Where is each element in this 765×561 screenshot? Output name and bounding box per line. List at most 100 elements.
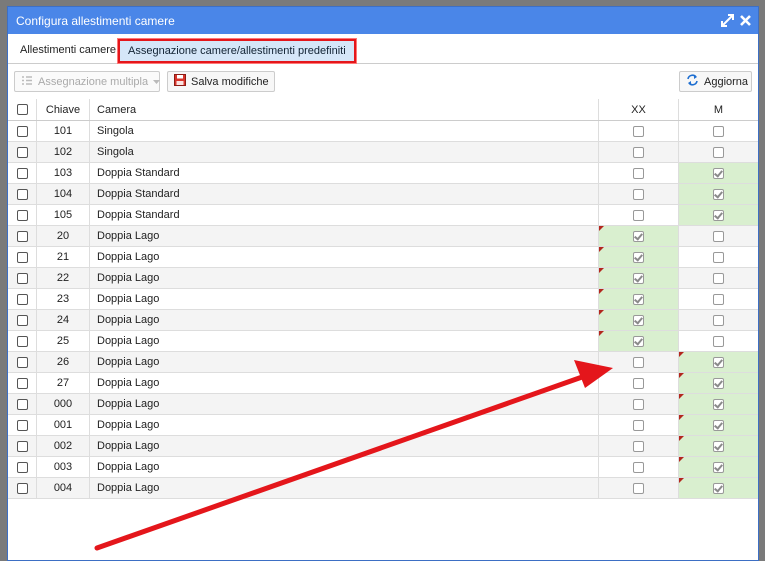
xx-cell[interactable]	[599, 373, 679, 393]
m-cell[interactable]	[679, 373, 758, 393]
table-row[interactable]: 105 Doppia Standard	[8, 205, 758, 226]
m-cell-checkbox[interactable]	[713, 314, 724, 326]
row-checkbox[interactable]	[16, 314, 28, 326]
table-row[interactable]: 22 Doppia Lago	[8, 268, 758, 289]
header-m[interactable]: M	[679, 99, 758, 120]
row-checkbox[interactable]	[16, 440, 28, 452]
m-cell[interactable]	[679, 226, 758, 246]
row-checkbox[interactable]	[16, 209, 28, 221]
table-row[interactable]: 004 Doppia Lago	[8, 478, 758, 499]
m-cell-checkbox[interactable]	[713, 146, 724, 158]
xx-cell[interactable]	[599, 205, 679, 225]
xx-cell[interactable]	[599, 247, 679, 267]
table-row[interactable]: 103 Doppia Standard	[8, 163, 758, 184]
table-row[interactable]: 25 Doppia Lago	[8, 331, 758, 352]
header-key[interactable]: Chiave	[37, 99, 90, 120]
xx-cell-checkbox[interactable]	[633, 230, 644, 242]
table-row[interactable]: 24 Doppia Lago	[8, 310, 758, 331]
title-bar[interactable]: Configura allestimenti camere	[8, 7, 758, 34]
refresh-button[interactable]: Aggiorna	[679, 71, 752, 92]
xx-cell-checkbox[interactable]	[633, 125, 644, 137]
xx-cell[interactable]	[599, 310, 679, 330]
table-row[interactable]: 26 Doppia Lago	[8, 352, 758, 373]
row-checkbox[interactable]	[16, 377, 28, 389]
m-cell-checkbox[interactable]	[713, 440, 724, 452]
maximize-icon[interactable]	[720, 12, 734, 28]
table-row[interactable]: 102 Singola	[8, 142, 758, 163]
m-cell[interactable]	[679, 436, 758, 456]
xx-cell-checkbox[interactable]	[633, 272, 644, 284]
xx-cell-checkbox[interactable]	[633, 461, 644, 473]
m-cell[interactable]	[679, 478, 758, 498]
m-cell[interactable]	[679, 268, 758, 288]
row-checkbox[interactable]	[16, 335, 28, 347]
m-cell-checkbox[interactable]	[713, 377, 724, 389]
row-checkbox[interactable]	[16, 398, 28, 410]
tab-assegnazione-camere[interactable]: Assegnazione camere/allestimenti predefi…	[118, 39, 356, 63]
xx-cell-checkbox[interactable]	[633, 293, 644, 305]
row-checkbox[interactable]	[16, 272, 28, 284]
xx-cell-checkbox[interactable]	[633, 251, 644, 263]
xx-cell[interactable]	[599, 478, 679, 498]
xx-cell-checkbox[interactable]	[633, 209, 644, 221]
m-cell[interactable]	[679, 121, 758, 141]
xx-cell[interactable]	[599, 226, 679, 246]
header-xx[interactable]: XX	[599, 99, 679, 120]
row-checkbox[interactable]	[16, 356, 28, 368]
row-checkbox[interactable]	[16, 461, 28, 473]
table-row[interactable]: 003 Doppia Lago	[8, 457, 758, 478]
m-cell[interactable]	[679, 457, 758, 477]
table-row[interactable]: 001 Doppia Lago	[8, 415, 758, 436]
xx-cell-checkbox[interactable]	[633, 146, 644, 158]
table-row[interactable]: 104 Doppia Standard	[8, 184, 758, 205]
xx-cell[interactable]	[599, 415, 679, 435]
select-all-checkbox[interactable]	[16, 104, 28, 115]
save-button[interactable]: Salva modifiche	[167, 71, 275, 92]
m-cell[interactable]	[679, 205, 758, 225]
close-icon[interactable]	[738, 12, 752, 28]
m-cell[interactable]	[679, 184, 758, 204]
m-cell-checkbox[interactable]	[713, 419, 724, 431]
xx-cell[interactable]	[599, 289, 679, 309]
table-row[interactable]: 101 Singola	[8, 121, 758, 142]
row-checkbox[interactable]	[16, 482, 28, 494]
m-cell-checkbox[interactable]	[713, 251, 724, 263]
header-camera[interactable]: Camera	[90, 99, 599, 120]
table-row[interactable]: 20 Doppia Lago	[8, 226, 758, 247]
xx-cell[interactable]	[599, 184, 679, 204]
table-row[interactable]: 000 Doppia Lago	[8, 394, 758, 415]
m-cell[interactable]	[679, 163, 758, 183]
xx-cell-checkbox[interactable]	[633, 377, 644, 389]
m-cell[interactable]	[679, 415, 758, 435]
table-row[interactable]: 23 Doppia Lago	[8, 289, 758, 310]
row-checkbox[interactable]	[16, 125, 28, 137]
m-cell-checkbox[interactable]	[713, 125, 724, 137]
row-checkbox[interactable]	[16, 419, 28, 431]
xx-cell[interactable]	[599, 142, 679, 162]
m-cell[interactable]	[679, 247, 758, 267]
row-checkbox[interactable]	[16, 293, 28, 305]
xx-cell-checkbox[interactable]	[633, 398, 644, 410]
table-row[interactable]: 21 Doppia Lago	[8, 247, 758, 268]
xx-cell[interactable]	[599, 331, 679, 351]
xx-cell[interactable]	[599, 268, 679, 288]
m-cell-checkbox[interactable]	[713, 335, 724, 347]
row-checkbox[interactable]	[16, 188, 28, 200]
xx-cell-checkbox[interactable]	[633, 356, 644, 368]
row-checkbox[interactable]	[16, 146, 28, 158]
xx-cell[interactable]	[599, 457, 679, 477]
m-cell[interactable]	[679, 352, 758, 372]
xx-cell-checkbox[interactable]	[633, 335, 644, 347]
m-cell-checkbox[interactable]	[713, 167, 724, 179]
m-cell-checkbox[interactable]	[713, 188, 724, 200]
m-cell-checkbox[interactable]	[713, 230, 724, 242]
m-cell-checkbox[interactable]	[713, 293, 724, 305]
m-cell[interactable]	[679, 142, 758, 162]
multiple-assign-button[interactable]: Assegnazione multipla	[14, 71, 161, 92]
xx-cell[interactable]	[599, 121, 679, 141]
m-cell[interactable]	[679, 394, 758, 414]
row-checkbox[interactable]	[16, 230, 28, 242]
m-cell[interactable]	[679, 289, 758, 309]
xx-cell[interactable]	[599, 163, 679, 183]
row-checkbox[interactable]	[16, 251, 28, 263]
